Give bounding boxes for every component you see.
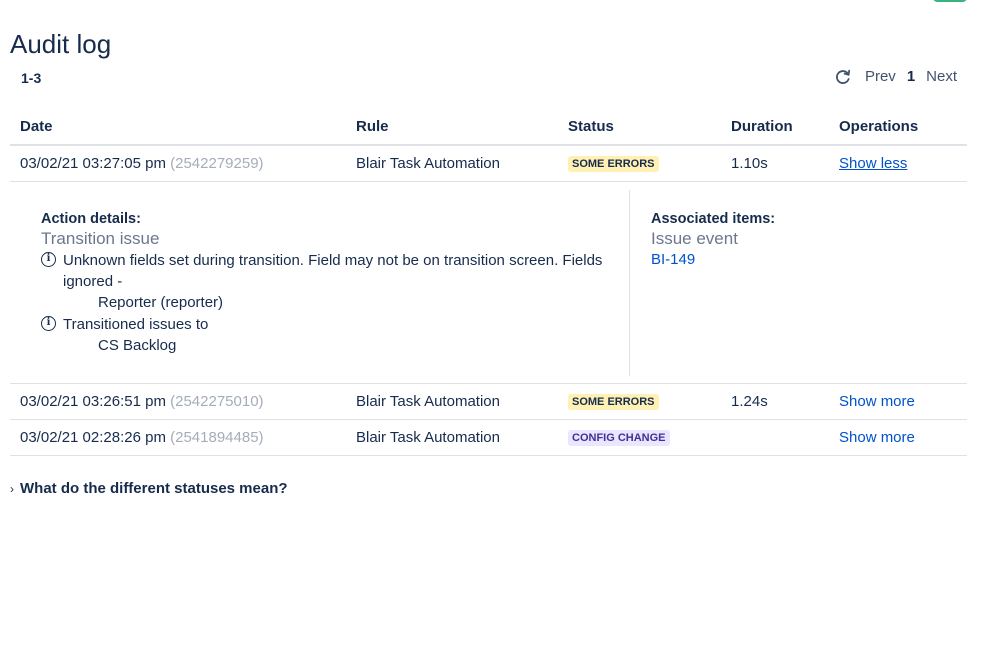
issue-link[interactable]: BI-149	[651, 249, 775, 271]
row-date: 03/02/21 02:28:26 pm (2541894485)	[20, 420, 264, 455]
column-header-status: Status	[568, 118, 614, 135]
action-details-title: Action details:	[41, 211, 141, 227]
row-date: 03/02/21 03:27:05 pm (2542279259)	[20, 146, 264, 181]
associated-items-title: Associated items:	[651, 211, 776, 227]
table-row: 03/02/21 03:26:51 pm (2542275010) Blair …	[10, 384, 967, 420]
date-text: 03/02/21 03:27:05 pm	[20, 155, 166, 172]
status-badge: SOME ERRORS	[568, 394, 659, 410]
current-page: 1	[906, 68, 916, 85]
row-rule: Blair Task Automation	[356, 155, 500, 172]
result-range: 1-3	[21, 70, 42, 86]
status-badge: SOME ERRORS	[568, 156, 659, 172]
status-badge: CONFIG CHANGE	[568, 430, 670, 446]
show-more-link[interactable]: Show more	[839, 429, 915, 446]
prev-page-link[interactable]: Prev	[865, 66, 896, 88]
column-header-rule: Rule	[356, 118, 389, 135]
log-message-detail: Reporter (reporter)	[98, 294, 224, 311]
log-message: i Unknown fields set during transition. …	[41, 250, 616, 313]
top-action-button[interactable]	[932, 0, 968, 2]
table-header: Date Rule Status Duration Operations	[10, 110, 967, 146]
execution-id: (2542279259)	[170, 155, 264, 172]
log-message-text: Unknown fields set during transition. Fi…	[63, 252, 603, 290]
row-status: SOME ERRORS	[568, 384, 659, 419]
audit-log-table: Date Rule Status Duration Operations 03/…	[10, 110, 967, 456]
action-details: Action details: Transition issue i Unkno…	[41, 209, 616, 356]
column-header-date: Date	[20, 118, 53, 135]
column-header-duration: Duration	[731, 118, 793, 135]
column-header-operations: Operations	[839, 118, 919, 135]
table-row: 03/02/21 03:27:05 pm (2542279259) Blair …	[10, 146, 967, 182]
info-icon: i	[41, 252, 56, 267]
table-row: 03/02/21 02:28:26 pm (2541894485) Blair …	[10, 420, 967, 456]
execution-id: (2542275010)	[170, 393, 264, 410]
execution-details: Action details: Transition issue i Unkno…	[10, 182, 967, 384]
row-duration: 1.10s	[731, 155, 768, 172]
row-operation: Show less	[839, 146, 907, 181]
date-text: 03/02/21 03:26:51 pm	[20, 393, 166, 410]
page-title: Audit log	[10, 29, 112, 59]
refresh-icon[interactable]	[834, 68, 852, 86]
row-status: CONFIG CHANGE	[568, 420, 670, 455]
row-rule: Blair Task Automation	[356, 429, 500, 446]
associated-items: Associated items: Issue event BI-149	[651, 209, 775, 271]
log-message-text: Transitioned issues to	[63, 316, 209, 333]
row-operation: Show more	[839, 420, 915, 455]
info-icon: i	[41, 316, 56, 331]
status-help-label: What do the different statuses mean?	[20, 480, 288, 497]
date-text: 03/02/21 02:28:26 pm	[20, 429, 166, 446]
row-date: 03/02/21 03:26:51 pm (2542275010)	[20, 384, 264, 419]
log-message: i Transitioned issues to CS Backlog	[41, 314, 616, 356]
row-rule: Blair Task Automation	[356, 393, 500, 410]
pagination: Prev 1 Next	[834, 66, 957, 88]
show-less-link[interactable]: Show less	[839, 155, 907, 172]
associated-item-type: Issue event	[651, 229, 738, 248]
chevron-right-icon: ›	[10, 481, 14, 496]
row-operation: Show more	[839, 384, 915, 419]
status-help-toggle[interactable]: › What do the different statuses mean?	[10, 480, 288, 497]
row-status: SOME ERRORS	[568, 146, 659, 181]
log-message-detail: CS Backlog	[98, 337, 177, 354]
next-page-link[interactable]: Next	[926, 66, 957, 88]
action-name: Transition issue	[41, 229, 160, 248]
show-more-link[interactable]: Show more	[839, 393, 915, 410]
execution-id: (2541894485)	[170, 429, 264, 446]
details-divider	[629, 190, 630, 376]
row-duration: 1.24s	[731, 393, 768, 410]
